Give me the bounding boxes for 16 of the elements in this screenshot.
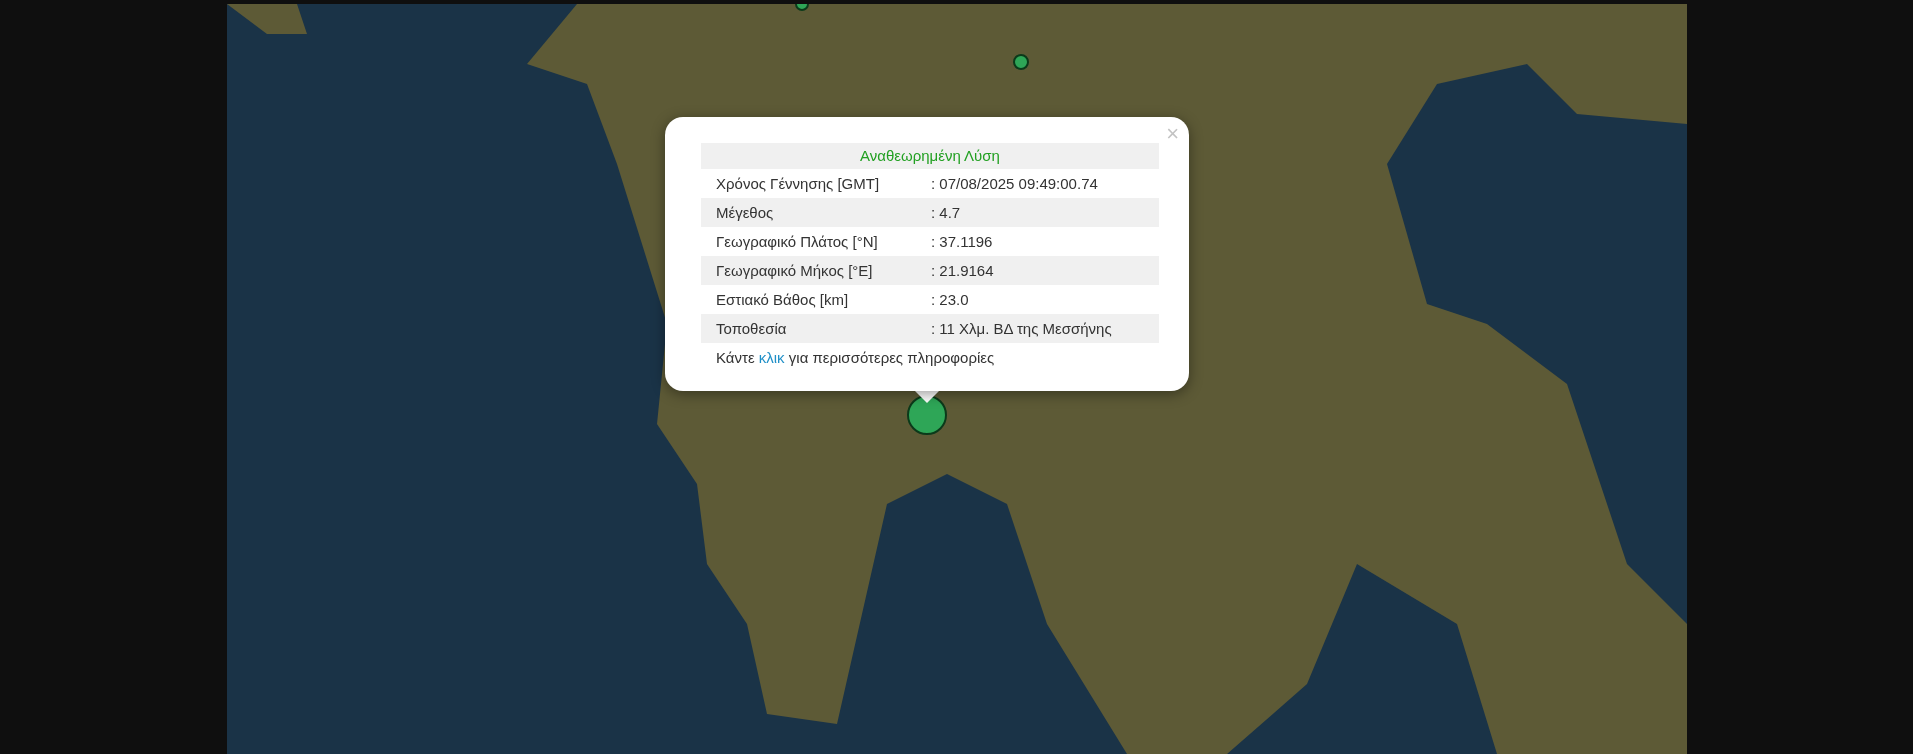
field-label: Εστιακό Βάθος [km] [716,291,850,308]
field-label: Χρόνος Γέννησης [GMT] [716,175,881,192]
field-label: Τοποθεσία [716,320,788,337]
satellite-map[interactable] [227,4,1687,754]
field-value: : 11 Χλμ. ΒΔ της Μεσσήνης [931,320,1113,337]
field-label: Γεωγραφικό Πλάτος [°N] [716,233,879,250]
more-info-text: Κάντε κλικ για περισσότερες πληροφορίες [715,348,996,368]
popup-title: Αναθεωρημένη Λύση [701,143,1159,169]
more-info-link[interactable]: κλικ [758,349,785,366]
field-value: : 23.0 [931,291,970,308]
field-value: : 07/08/2025 09:49:00.74 [931,175,1099,192]
field-value: : 21.9164 [931,262,995,279]
field-label: Μέγεθος [716,204,775,221]
field-value: : 4.7 [931,204,962,221]
field-value: : 37.1196 [931,233,994,250]
field-label: Γεωγραφικό Μήκος [°E] [716,262,874,279]
